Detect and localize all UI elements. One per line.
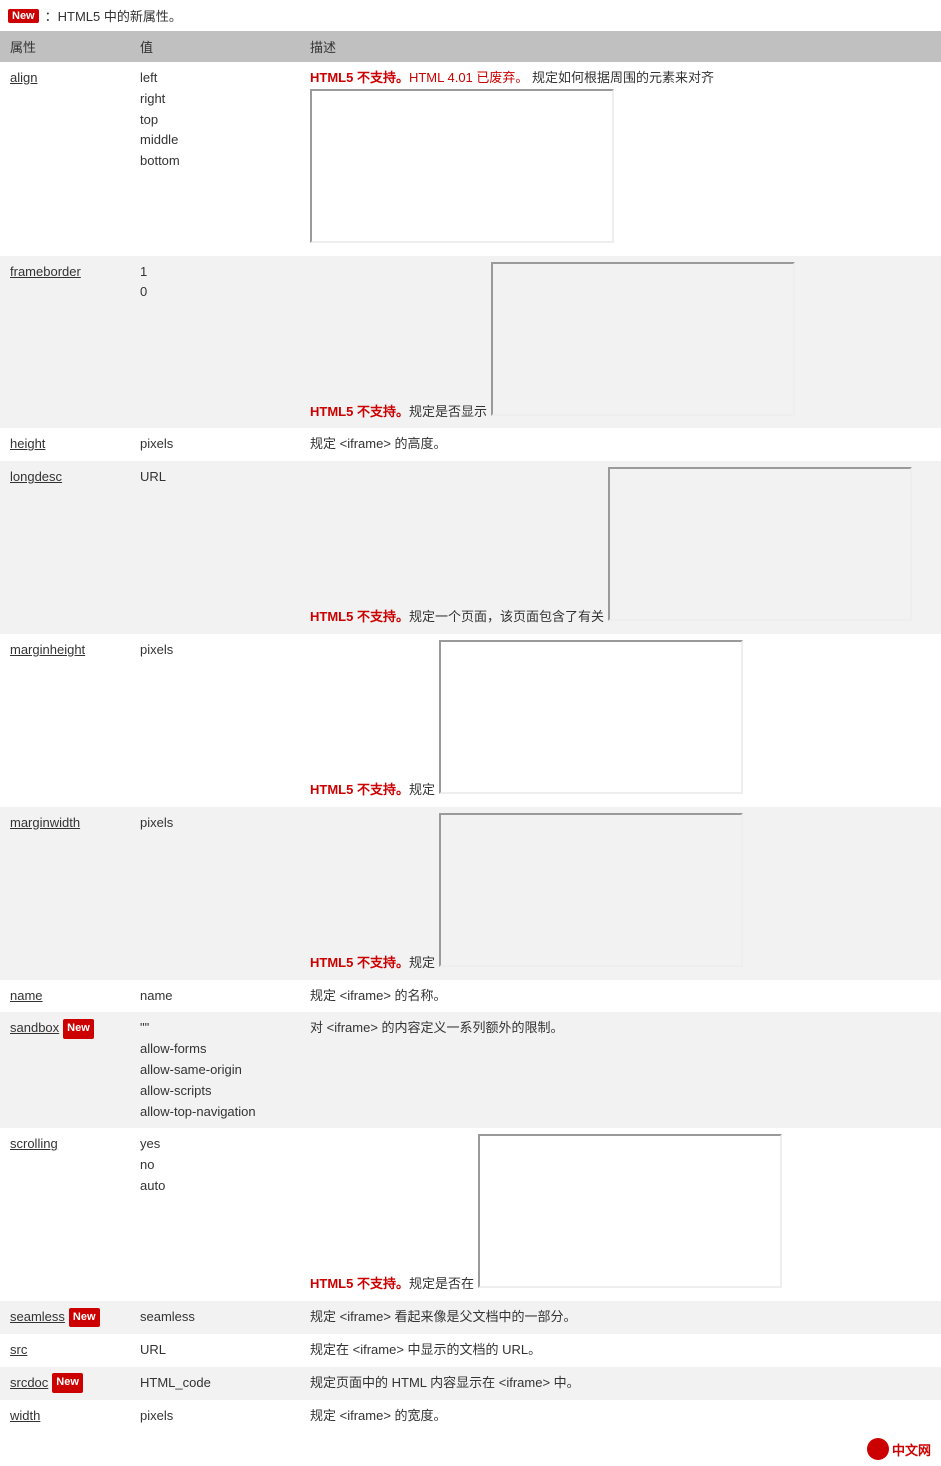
attr-cell: name bbox=[0, 980, 130, 1013]
attr-cell: src bbox=[0, 1334, 130, 1367]
val-cell: URL bbox=[130, 1334, 300, 1367]
table-row: sandboxNew""allow-formsallow-same-origin… bbox=[0, 1012, 941, 1128]
desc-cell: HTML5 不支持。规定一个页面，该页面包含了有关 的较长描述。 bbox=[300, 461, 941, 634]
val-cell: yesnoauto bbox=[130, 1128, 300, 1301]
val-cell: seamless bbox=[130, 1301, 300, 1334]
val-cell: HTML_code bbox=[130, 1367, 300, 1400]
new-badge: New bbox=[69, 1308, 100, 1328]
attr-link[interactable]: marginheight bbox=[10, 640, 85, 661]
attr-cell: srcdocNew bbox=[0, 1367, 130, 1400]
desc-cell: 对 <iframe> 的内容定义一系列额外的限制。 bbox=[300, 1012, 941, 1128]
table-row: seamlessNewseamless规定 <iframe> 看起来像是父文档中… bbox=[0, 1301, 941, 1334]
col-header-attr: 属性 bbox=[0, 31, 130, 62]
site-name: 中文网 bbox=[892, 1440, 931, 1459]
table-row: scrolling yesnoautoHTML5 不支持。规定是否在 中显示滚动条… bbox=[0, 1128, 941, 1301]
val-cell: ""allow-formsallow-same-originallow-scri… bbox=[130, 1012, 300, 1128]
attr-cell: align bbox=[0, 62, 130, 256]
attr-cell: marginwidth bbox=[0, 807, 130, 980]
attr-cell: width bbox=[0, 1400, 130, 1433]
attr-cell: seamlessNew bbox=[0, 1301, 130, 1334]
attr-link[interactable]: height bbox=[10, 434, 45, 455]
new-badge-header: New bbox=[8, 9, 39, 23]
desc-cell: 规定在 <iframe> 中显示的文档的 URL。 bbox=[300, 1334, 941, 1367]
table-row: width pixels规定 <iframe> 的宽度。 bbox=[0, 1400, 941, 1433]
attr-link[interactable]: frameborder bbox=[10, 262, 81, 283]
desc-cell: HTML5 不支持。规定是否在 中显示滚动条。 bbox=[300, 1128, 941, 1301]
table-header-row: 属性 值 描述 bbox=[0, 31, 941, 62]
val-cell: pixels bbox=[130, 1400, 300, 1433]
val-cell: URL bbox=[130, 461, 300, 634]
desc-cell: HTML5 不支持。HTML 4.01 已废弃。 规定如何根据周围的元素来对齐 … bbox=[300, 62, 941, 256]
attr-cell: scrolling bbox=[0, 1128, 130, 1301]
desc-cell: 规定 <iframe> 看起来像是父文档中的一部分。 bbox=[300, 1301, 941, 1334]
desc-cell: 规定 <iframe> 的宽度。 bbox=[300, 1400, 941, 1433]
attr-link[interactable]: scrolling bbox=[10, 1134, 58, 1155]
table-row: namename规定 <iframe> 的名称。 bbox=[0, 980, 941, 1013]
attr-link[interactable]: marginwidth bbox=[10, 813, 80, 834]
new-badge: New bbox=[52, 1373, 83, 1393]
attr-link[interactable]: align bbox=[10, 68, 37, 89]
header-note: New ：HTML5 中的新属性。 bbox=[0, 0, 941, 31]
desc-cell: HTML5 不支持。规定 的左侧和右侧的边距。 bbox=[300, 807, 941, 980]
attr-cell: marginheight bbox=[0, 634, 130, 807]
col-header-val: 值 bbox=[130, 31, 300, 62]
desc-cell: 规定 <iframe> 的高度。 bbox=[300, 428, 941, 461]
attr-cell: sandboxNew bbox=[0, 1012, 130, 1128]
val-cell: name bbox=[130, 980, 300, 1013]
php-circle-icon: php bbox=[867, 1438, 889, 1460]
table-row: height pixels规定 <iframe> 的高度。 bbox=[0, 428, 941, 461]
attributes-table: 属性 值 描述 alignleftrighttopmiddlebottomHTM… bbox=[0, 31, 941, 1432]
val-cell: 10 bbox=[130, 256, 300, 429]
table-row: src URL规定在 <iframe> 中显示的文档的 URL。 bbox=[0, 1334, 941, 1367]
val-cell: pixels bbox=[130, 807, 300, 980]
table-row: longdesc URLHTML5 不支持。规定一个页面，该页面包含了有关 的较长… bbox=[0, 461, 941, 634]
attr-link[interactable]: name bbox=[10, 986, 43, 1007]
desc-cell: 规定页面中的 HTML 内容显示在 <iframe> 中。 bbox=[300, 1367, 941, 1400]
val-cell: leftrighttopmiddlebottom bbox=[130, 62, 300, 256]
col-header-desc: 描述 bbox=[300, 31, 941, 62]
attr-cell: frameborder bbox=[0, 256, 130, 429]
desc-cell: HTML5 不支持。规定 的顶部和底部的边距。 bbox=[300, 634, 941, 807]
attr-cell: longdesc bbox=[0, 461, 130, 634]
val-cell: pixels bbox=[130, 634, 300, 807]
val-cell: pixels bbox=[130, 428, 300, 461]
desc-cell: 规定 <iframe> 的名称。 bbox=[300, 980, 941, 1013]
header-text: ：HTML5 中的新属性。 bbox=[45, 6, 182, 25]
attr-cell: height bbox=[0, 428, 130, 461]
new-badge: New bbox=[63, 1019, 94, 1039]
footer-logo: php 中文网 bbox=[0, 1432, 941, 1466]
attr-link[interactable]: longdesc bbox=[10, 467, 62, 488]
attr-link[interactable]: srcdoc bbox=[10, 1373, 48, 1394]
attr-link[interactable]: src bbox=[10, 1340, 27, 1361]
desc-cell: HTML5 不支持。规定是否显示 周围的边框。 bbox=[300, 256, 941, 429]
table-row: srcdocNewHTML_code规定页面中的 HTML 内容显示在 <ifr… bbox=[0, 1367, 941, 1400]
attr-link[interactable]: width bbox=[10, 1406, 40, 1427]
attr-link[interactable]: sandbox bbox=[10, 1018, 59, 1039]
php-logo: php 中文网 bbox=[867, 1438, 931, 1460]
table-row: marginwidth pixelsHTML5 不支持。规定 的左侧和右侧的边距。 bbox=[0, 807, 941, 980]
attr-link[interactable]: seamless bbox=[10, 1307, 65, 1328]
table-row: frameborder 10HTML5 不支持。规定是否显示 周围的边框。 bbox=[0, 256, 941, 429]
table-row: align leftrighttopmiddlebottomHTML5 不支持。H… bbox=[0, 62, 941, 256]
table-row: marginheight pixelsHTML5 不支持。规定 的顶部和底部的边距… bbox=[0, 634, 941, 807]
